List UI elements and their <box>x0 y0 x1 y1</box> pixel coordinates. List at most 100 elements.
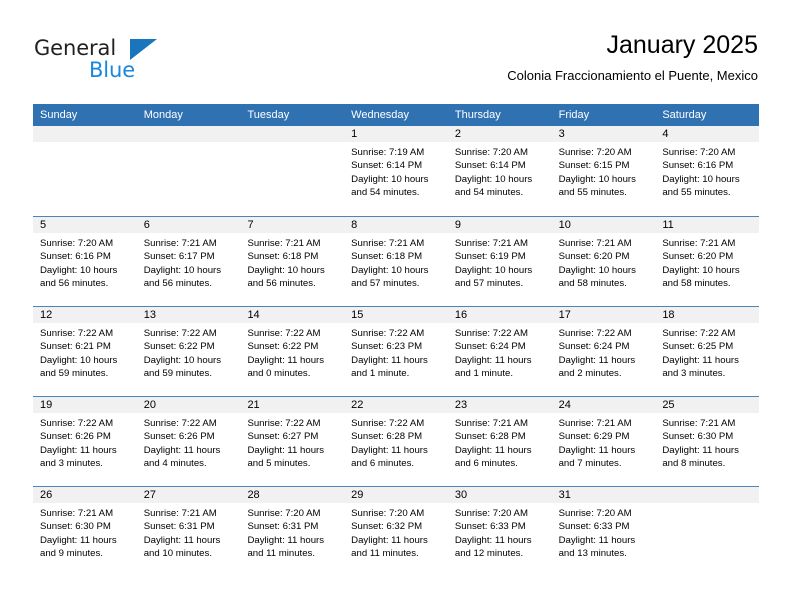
day-info-line: Daylight: 11 hours <box>247 444 325 456</box>
calendar-day-cell[interactable]: 24 Sunrise: 7:21 AM Sunset: 6:29 PM Dayligh… <box>551 397 656 486</box>
day-info-line: Daylight: 11 hours <box>454 444 532 456</box>
day-info-line: Daylight: 11 hours <box>351 354 428 366</box>
calendar-day-cell[interactable]: 9 Sunrise: 7:21 AM Sunset: 6:19 PM Daylight… <box>447 217 552 306</box>
calendar-day-cell[interactable]: 5 Sunrise: 7:20 AM Sunset: 6:16 PM Daylight… <box>33 217 137 306</box>
day-info-line: and 58 minutes. <box>662 278 731 290</box>
day-number-band: 11 <box>655 217 760 233</box>
day-info-line: Daylight: 11 hours <box>143 444 221 456</box>
calendar-day-cell[interactable]: 22 Sunrise: 7:22 AM Sunset: 6:28 PM Dayligh… <box>344 397 448 486</box>
day-number-band: 19 <box>33 397 137 413</box>
day-info-line: and 11 minutes. <box>247 548 315 560</box>
day-number: 7 <box>247 219 254 231</box>
general-blue-logo: General Blue <box>34 36 264 90</box>
day-number-band: 16 <box>447 307 552 323</box>
calendar-day-cell[interactable]: 14 Sunrise: 7:22 AM Sunset: 6:22 PM Dayligh… <box>240 307 345 396</box>
day-sun-info: Sunrise: 7:20 AM Sunset: 6:32 PM Daylight:… <box>344 503 448 561</box>
day-sun-info: Sunrise: 7:22 AM Sunset: 6:25 PM Daylight:… <box>655 323 759 381</box>
day-info-line: Sunset: 6:27 PM <box>247 431 319 443</box>
day-info-line: and 9 minutes. <box>40 548 103 560</box>
weekday-header-row: Sunday Monday Tuesday Wednesday Thursday Frid… <box>33 104 759 126</box>
calendar-empty-cell <box>136 126 241 216</box>
day-sun-info: Sunrise: 7:21 AM Sunset: 6:20 PM Daylight:… <box>552 233 656 291</box>
day-info-line: Sunrise: 7:22 AM <box>454 328 528 339</box>
calendar-day-cell[interactable]: 15 Sunrise: 7:22 AM Sunset: 6:23 PM Dayligh… <box>344 307 448 396</box>
day-number: 15 <box>351 309 364 321</box>
calendar-day-cell[interactable]: 18 Sunrise: 7:22 AM Sunset: 6:25 PM Dayligh… <box>655 307 760 396</box>
day-info-line: Sunset: 6:20 PM <box>662 251 734 263</box>
day-info-line: Daylight: 11 hours <box>247 534 325 546</box>
day-number-band: 4 <box>655 126 760 142</box>
day-number: 8 <box>351 219 358 231</box>
day-sun-info: Sunrise: 7:21 AM Sunset: 6:30 PM Daylight:… <box>33 503 137 561</box>
calendar-day-cell[interactable]: 6 Sunrise: 7:21 AM Sunset: 6:17 PM Daylight… <box>136 217 241 306</box>
calendar-day-cell[interactable]: 1 Sunrise: 7:19 AM Sunset: 6:14 PM Daylight… <box>344 126 448 216</box>
day-number: 23 <box>454 399 468 411</box>
calendar-day-cell[interactable]: 2 Sunrise: 7:20 AM Sunset: 6:14 PM Daylight… <box>447 126 552 216</box>
day-info-line: Sunrise: 7:20 AM <box>247 508 321 519</box>
day-sun-info: Sunrise: 7:21 AM Sunset: 6:29 PM Daylight:… <box>552 413 656 471</box>
day-number-band: 28 <box>240 487 345 503</box>
day-number-band: 12 <box>33 307 137 323</box>
day-info-line: Daylight: 11 hours <box>558 534 636 546</box>
calendar-day-cell[interactable]: 4 Sunrise: 7:20 AM Sunset: 6:16 PM Daylight… <box>655 126 760 216</box>
calendar-day-cell[interactable]: 21 Sunrise: 7:22 AM Sunset: 6:27 PM Dayligh… <box>240 397 345 486</box>
day-info-line: and 55 minutes. <box>662 187 731 199</box>
calendar-day-cell[interactable]: 10 Sunrise: 7:21 AM Sunset: 6:20 PM Dayligh… <box>551 217 656 306</box>
day-info-line: and 1 minute. <box>454 368 514 380</box>
day-info-line: Sunset: 6:30 PM <box>662 431 734 443</box>
day-info-line: Daylight: 10 hours <box>454 173 533 185</box>
day-number-band: 24 <box>551 397 656 413</box>
calendar-day-cell[interactable]: 31 Sunrise: 7:20 AM Sunset: 6:33 PM Dayligh… <box>551 487 656 576</box>
day-number: 11 <box>662 219 674 231</box>
day-number-band: 6 <box>136 217 241 233</box>
day-info-line: Sunset: 6:31 PM <box>247 521 319 533</box>
day-info-line: and 2 minutes. <box>558 368 622 380</box>
day-info-line: Sunrise: 7:20 AM <box>558 508 632 519</box>
calendar-day-cell[interactable]: 17 Sunrise: 7:22 AM Sunset: 6:24 PM Dayligh… <box>551 307 656 396</box>
calendar-week-row: 26 Sunrise: 7:21 AM Sunset: 6:30 PM Dayligh… <box>33 486 760 576</box>
logo-triangle-icon <box>130 39 157 60</box>
day-number-band: 9 <box>447 217 552 233</box>
calendar-day-cell[interactable]: 12 Sunrise: 7:22 AM Sunset: 6:21 PM Dayligh… <box>33 307 137 396</box>
calendar-day-cell[interactable]: 8 Sunrise: 7:21 AM Sunset: 6:18 PM Daylight… <box>344 217 448 306</box>
calendar-day-cell[interactable]: 16 Sunrise: 7:22 AM Sunset: 6:24 PM Dayligh… <box>447 307 552 396</box>
calendar-day-cell[interactable]: 19 Sunrise: 7:22 AM Sunset: 6:26 PM Dayligh… <box>33 397 137 486</box>
logo-text-general: General <box>34 36 117 60</box>
calendar-day-cell[interactable]: 11 Sunrise: 7:21 AM Sunset: 6:20 PM Dayligh… <box>655 217 760 306</box>
day-info-line: and 5 minutes. <box>247 458 311 470</box>
day-info-line: Sunrise: 7:21 AM <box>454 418 528 429</box>
calendar-day-cell[interactable]: 29 Sunrise: 7:20 AM Sunset: 6:32 PM Dayligh… <box>344 487 448 576</box>
calendar-day-cell[interactable]: 28 Sunrise: 7:20 AM Sunset: 6:31 PM Dayligh… <box>240 487 345 576</box>
day-number: 27 <box>143 489 156 501</box>
day-info-line: and 11 minutes. <box>351 548 419 560</box>
calendar-day-cell[interactable]: 27 Sunrise: 7:21 AM Sunset: 6:31 PM Dayligh… <box>136 487 241 576</box>
title-block: January 2025 Colonia Fraccionamiento el … <box>507 30 758 85</box>
calendar-day-cell[interactable]: 13 Sunrise: 7:22 AM Sunset: 6:22 PM Dayligh… <box>136 307 241 396</box>
weekday-header-sunday: Sunday <box>40 109 78 121</box>
day-sun-info: Sunrise: 7:22 AM Sunset: 6:21 PM Daylight:… <box>33 323 137 381</box>
day-number: 28 <box>247 489 260 501</box>
weekday-header-tuesday: Tuesday <box>247 109 290 121</box>
calendar-day-cell[interactable]: 26 Sunrise: 7:21 AM Sunset: 6:30 PM Dayligh… <box>33 487 137 576</box>
day-number: 14 <box>247 309 260 321</box>
day-info-line: and 56 minutes. <box>247 278 316 290</box>
calendar-day-cell[interactable]: 3 Sunrise: 7:20 AM Sunset: 6:15 PM Daylight… <box>551 126 656 216</box>
day-number-band <box>33 126 137 142</box>
calendar-day-cell[interactable]: 20 Sunrise: 7:22 AM Sunset: 6:26 PM Dayligh… <box>136 397 241 486</box>
day-info-line: Sunset: 6:21 PM <box>40 341 111 353</box>
day-info-line: Daylight: 10 hours <box>351 173 429 185</box>
day-number-band: 2 <box>447 126 552 142</box>
calendar-day-cell[interactable]: 30 Sunrise: 7:20 AM Sunset: 6:33 PM Dayligh… <box>447 487 552 576</box>
day-info-line: Sunset: 6:17 PM <box>143 251 215 263</box>
day-info-line: and 56 minutes. <box>40 278 109 290</box>
calendar-day-cell[interactable]: 25 Sunrise: 7:21 AM Sunset: 6:30 PM Dayligh… <box>655 397 760 486</box>
calendar-day-cell[interactable]: 23 Sunrise: 7:21 AM Sunset: 6:28 PM Dayligh… <box>447 397 552 486</box>
day-number-band: 25 <box>655 397 760 413</box>
calendar-day-cell[interactable]: 7 Sunrise: 7:21 AM Sunset: 6:18 PM Daylight… <box>240 217 345 306</box>
day-number-band: 17 <box>551 307 656 323</box>
day-sun-info: Sunrise: 7:22 AM Sunset: 6:22 PM Daylight:… <box>240 323 344 381</box>
day-info-line: Sunset: 6:18 PM <box>351 251 423 263</box>
day-info-line: Sunrise: 7:21 AM <box>558 238 632 249</box>
day-info-line: and 7 minutes. <box>558 458 622 470</box>
day-number-band: 5 <box>33 217 137 233</box>
